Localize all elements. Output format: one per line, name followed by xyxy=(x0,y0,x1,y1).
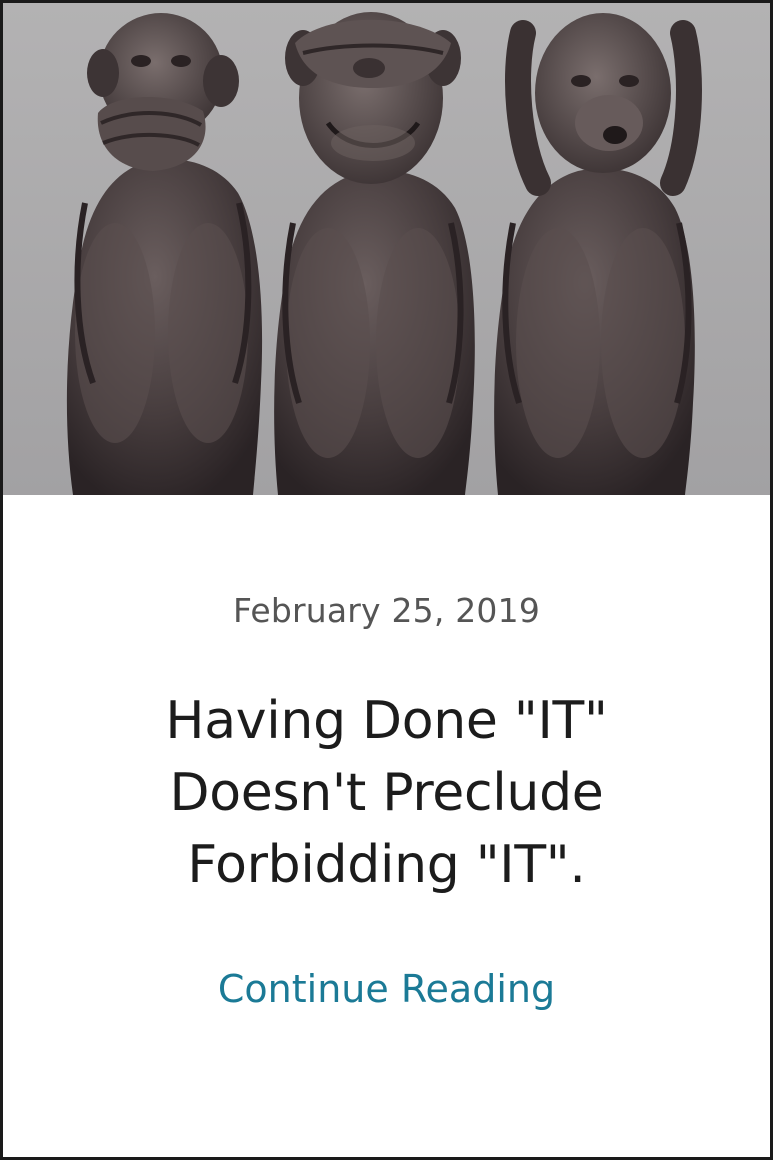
post-date: February 25, 2019 xyxy=(232,591,541,630)
post-card: February 25, 2019 Having Done "IT" Doesn… xyxy=(0,0,773,1160)
post-content: February 25, 2019 Having Done "IT" Doesn… xyxy=(3,591,770,1013)
monkey-hear-no-evil xyxy=(494,13,702,495)
post-title[interactable]: Having Done "IT" Doesn't Preclude Forbid… xyxy=(67,685,707,901)
continue-reading-link[interactable]: Continue Reading xyxy=(218,965,555,1013)
featured-image[interactable] xyxy=(3,3,770,495)
monkey-see-no-evil xyxy=(274,12,475,495)
monkey-speak-no-evil xyxy=(66,13,263,495)
three-wise-monkeys-image xyxy=(3,3,770,495)
